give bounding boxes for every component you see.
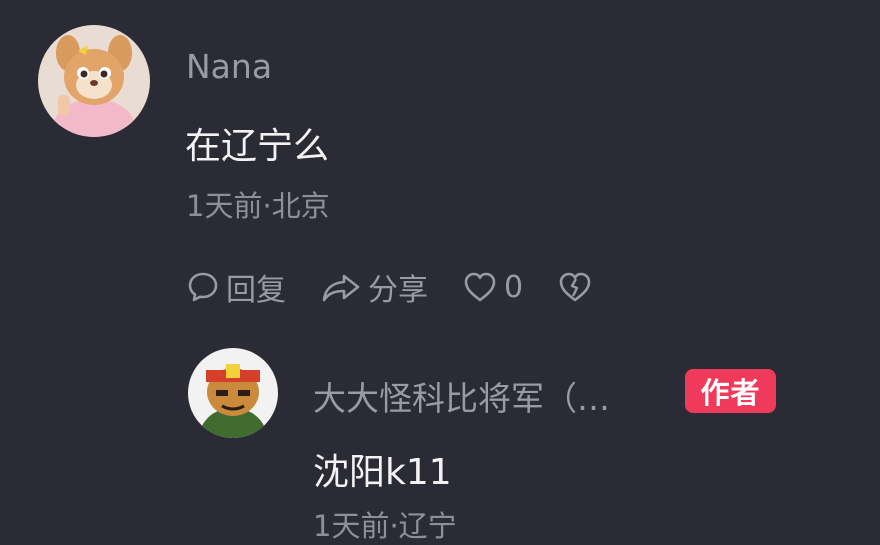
broken-heart-icon: [557, 270, 593, 304]
avatar[interactable]: [38, 25, 150, 137]
comment-text: 在辽宁么: [185, 126, 330, 167]
dislike-button[interactable]: [557, 270, 599, 304]
comment-meta: 1天前·北京: [186, 189, 330, 223]
like-count: 0: [504, 269, 524, 305]
share-button[interactable]: 分享: [320, 265, 428, 309]
like-button[interactable]: 0: [462, 270, 523, 305]
share-label: 分享: [368, 273, 428, 308]
reply-button[interactable]: 回复: [186, 265, 286, 309]
reply-text: 沈阳k11: [313, 452, 452, 493]
author-badge: 作者: [685, 369, 776, 413]
heart-icon: [462, 270, 498, 304]
comment-username[interactable]: Nana: [186, 47, 272, 86]
reply-meta: 1天前·辽宁: [313, 509, 457, 543]
comment-actions: 回复 分享 0: [186, 265, 633, 309]
reply-avatar[interactable]: [188, 348, 278, 438]
reply-label: 回复: [226, 273, 286, 308]
reply-username[interactable]: 大大怪科比将军（…: [313, 372, 610, 420]
share-arrow-icon: [320, 270, 362, 304]
comment-bubble-icon: [186, 270, 220, 304]
